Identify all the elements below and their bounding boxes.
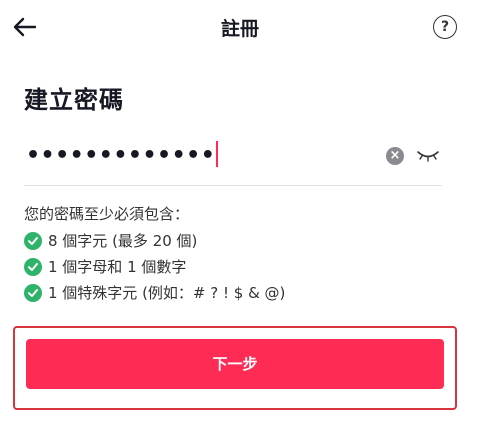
check-circle-icon [24,231,42,250]
requirement-text: 1 個字母和 1 個數字 [48,258,187,276]
check-circle-icon [24,283,42,302]
eye-closed-icon[interactable] [416,145,440,165]
next-button[interactable]: 下一步 [26,339,444,389]
requirement-item: 1 個字母和 1 個數字 [24,256,186,277]
create-password-heading: 建立密碼 [24,86,124,114]
password-value-wrap: ••••••••••••• [26,141,219,169]
page-title: 註冊 [220,18,259,40]
clear-icon[interactable]: × [386,147,404,165]
check-circle-icon [24,257,42,276]
requirement-text: 8 個字元 (最多 20 個) [48,232,198,250]
text-cursor [216,141,219,167]
requirement-item: 8 個字元 (最多 20 個) [24,230,197,251]
help-icon[interactable]: ? [433,15,457,39]
requirement-text: 1 個特殊字元 (例如：# ? ! $ & @) [48,284,286,302]
requirement-item: 1 個特殊字元 (例如：# ? ! $ & @) [24,282,285,303]
password-field[interactable]: ••••••••••••• × [24,135,442,186]
header-bar: 註冊 ? [0,0,480,54]
requirements-title: 您的密碼至少必須包含： [24,205,190,223]
password-masked-value: ••••••••••••• [26,143,216,168]
